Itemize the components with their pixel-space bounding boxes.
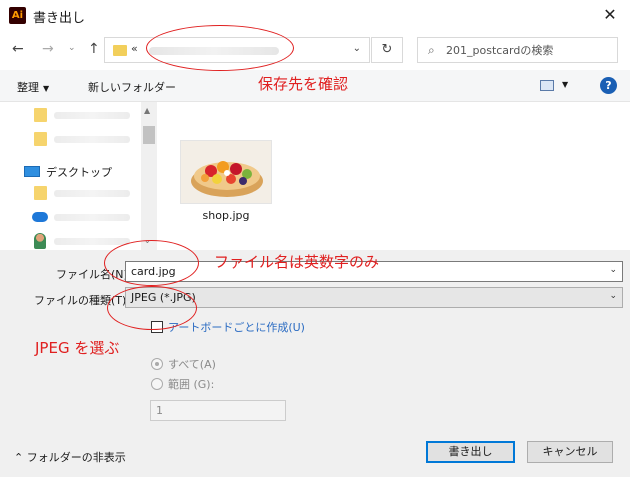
navigation-pane: デスクトップ ▲ ⌄ — [0, 102, 158, 250]
search-input[interactable] — [446, 41, 611, 59]
file-list: shop.jpg — [158, 102, 630, 250]
view-mode-icon[interactable] — [540, 80, 554, 91]
close-button[interactable]: ✕ — [590, 0, 630, 32]
title-bar: Ai 書き出し ✕ — [0, 0, 630, 32]
file-thumbnail[interactable] — [180, 140, 272, 204]
save-options-panel: ファイル名(N): card.jpg ⌄ ファイルの種類(T): JPEG (*… — [0, 250, 630, 477]
filename-highlight-ellipse — [104, 240, 199, 286]
new-folder-button[interactable]: 新しいフォルダー — [88, 79, 176, 95]
nav-item-desktop[interactable]: デスクトップ — [0, 160, 140, 182]
sync-folder-icon — [34, 186, 47, 200]
scroll-up-icon[interactable]: ▲ — [144, 106, 150, 115]
nav-item-onedrive[interactable] — [0, 206, 140, 228]
refresh-icon: ↻ — [381, 42, 393, 57]
help-icon[interactable]: ? — [600, 77, 617, 94]
navigation-scrollbar[interactable]: ▲ ⌄ — [141, 102, 157, 250]
folder-icon — [34, 108, 47, 122]
navigation-bar: ← → ⌄ ↑ « ⌄ ↻ ⌕ — [0, 32, 630, 68]
annotation-jpeg-note: JPEG を選ぶ — [35, 339, 120, 357]
nav-item-label-blurred — [54, 136, 130, 143]
chevron-up-icon: ⌃ — [14, 451, 24, 464]
folder-icon — [34, 132, 47, 146]
view-caret-down-icon[interactable]: ▼ — [562, 80, 568, 89]
range-custom-label: 範囲 (G): — [168, 378, 215, 391]
export-button[interactable]: 書き出し — [426, 441, 515, 463]
search-box[interactable]: ⌕ — [417, 37, 618, 63]
illustrator-app-icon: Ai — [9, 7, 26, 24]
recent-locations-chevron-icon[interactable]: ⌄ — [68, 43, 76, 53]
file-name-label[interactable]: shop.jpg — [184, 209, 268, 222]
chevron-down-icon[interactable]: ⌄ — [353, 43, 361, 54]
organize-menu-button[interactable]: 整理 ▼ — [17, 79, 49, 95]
hide-folders-button[interactable]: ⌃ フォルダーの非表示 — [14, 449, 126, 465]
hide-folders-label: フォルダーの非表示 — [26, 451, 126, 464]
nav-item-folder-sync[interactable] — [0, 182, 140, 204]
window-title: 書き出し — [33, 11, 86, 26]
caret-down-icon: ▼ — [43, 84, 50, 93]
range-all-radio[interactable] — [151, 358, 163, 370]
range-all-label: すべて(A) — [168, 358, 216, 371]
nav-item-label-blurred — [54, 238, 130, 245]
desktop-icon — [24, 166, 40, 177]
fruit-tart-image — [181, 141, 271, 203]
refresh-button[interactable]: ↻ — [371, 37, 403, 63]
nav-item-folder[interactable] — [0, 104, 140, 126]
cloud-icon — [32, 212, 48, 222]
address-highlight-ellipse — [146, 25, 294, 71]
filetype-highlight-ellipse — [107, 286, 197, 330]
folder-icon — [113, 45, 127, 56]
range-input[interactable]: 1 — [150, 400, 286, 421]
range-custom-radio[interactable] — [151, 378, 163, 390]
chevron-down-icon[interactable]: ⌄ — [609, 291, 617, 301]
annotation-save-location: 保存先を確認 — [258, 75, 349, 93]
nav-item-label-blurred — [54, 214, 130, 221]
nav-item-label-blurred — [54, 190, 130, 197]
filetype-select[interactable]: JPEG (*.JPG) ⌄ — [125, 287, 623, 308]
nav-item-label-blurred — [54, 112, 130, 119]
breadcrumb-overflow[interactable]: « — [131, 42, 138, 55]
chevron-down-icon[interactable]: ⌄ — [609, 265, 617, 275]
nav-item-folder[interactable] — [0, 128, 140, 150]
up-arrow-icon[interactable]: ↑ — [88, 41, 100, 57]
scrollbar-thumb[interactable] — [143, 126, 155, 144]
organize-label: 整理 — [17, 81, 39, 94]
forward-arrow-icon[interactable]: → — [42, 41, 54, 57]
cancel-button[interactable]: キャンセル — [527, 441, 613, 463]
annotation-filename-note: ファイル名は英数字のみ — [214, 253, 380, 271]
nav-item-desktop-label: デスクトップ — [46, 166, 112, 179]
close-icon: ✕ — [603, 5, 617, 24]
user-icon — [34, 233, 46, 249]
artboard-checkbox-label[interactable]: アートボードごとに作成(U) — [168, 319, 305, 335]
search-icon: ⌕ — [428, 43, 435, 57]
back-arrow-icon[interactable]: ← — [12, 41, 24, 57]
